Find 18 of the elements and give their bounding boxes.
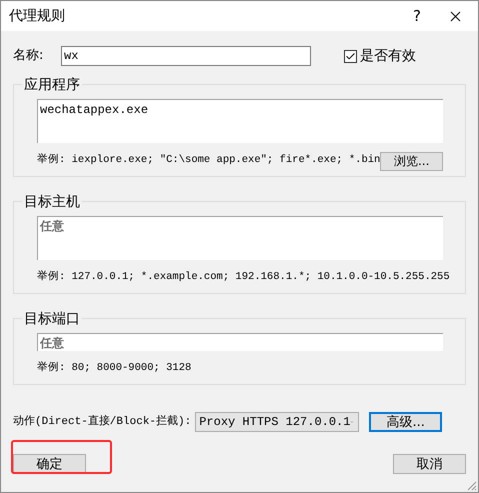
dialog-button[interactable]: 确定 — [13, 454, 86, 474]
text-area[interactable]: wechatappex.exe — [37, 99, 443, 143]
checkbox-icon — [344, 50, 357, 62]
action-dropdown[interactable]: Proxy HTTPS 127.0.0.1 — [195, 412, 360, 432]
name-field[interactable]: wx — [61, 46, 311, 66]
name-label: 名称: — [13, 47, 44, 66]
example-text: 举例: 80; 8000-9000; 3128 — [37, 361, 192, 376]
example-text: 举例: 127.0.0.1; *.example.com; 192.168.1.*; 10.1.0.0-10.5.255.255 — [37, 270, 450, 286]
resize-grip-icon — [466, 480, 477, 491]
dialog-button[interactable]: 取消 — [393, 454, 466, 474]
help-button[interactable]: ? — [402, 1, 432, 31]
enabled-checkbox[interactable]: 是否有效 — [344, 46, 416, 66]
text-area[interactable]: 任意 — [37, 216, 443, 260]
action-label: 动作(Direct-直接/Block-拦截): — [13, 414, 192, 430]
example-text: 举例: iexplore.exe; "C:\some app.exe"; fire*.exe; *.bin — [37, 153, 380, 168]
browse-button[interactable]: 浏览... — [380, 152, 443, 170]
advanced-button[interactable]: 高级... — [369, 412, 442, 432]
window-title: 代理规则 — [9, 6, 65, 26]
